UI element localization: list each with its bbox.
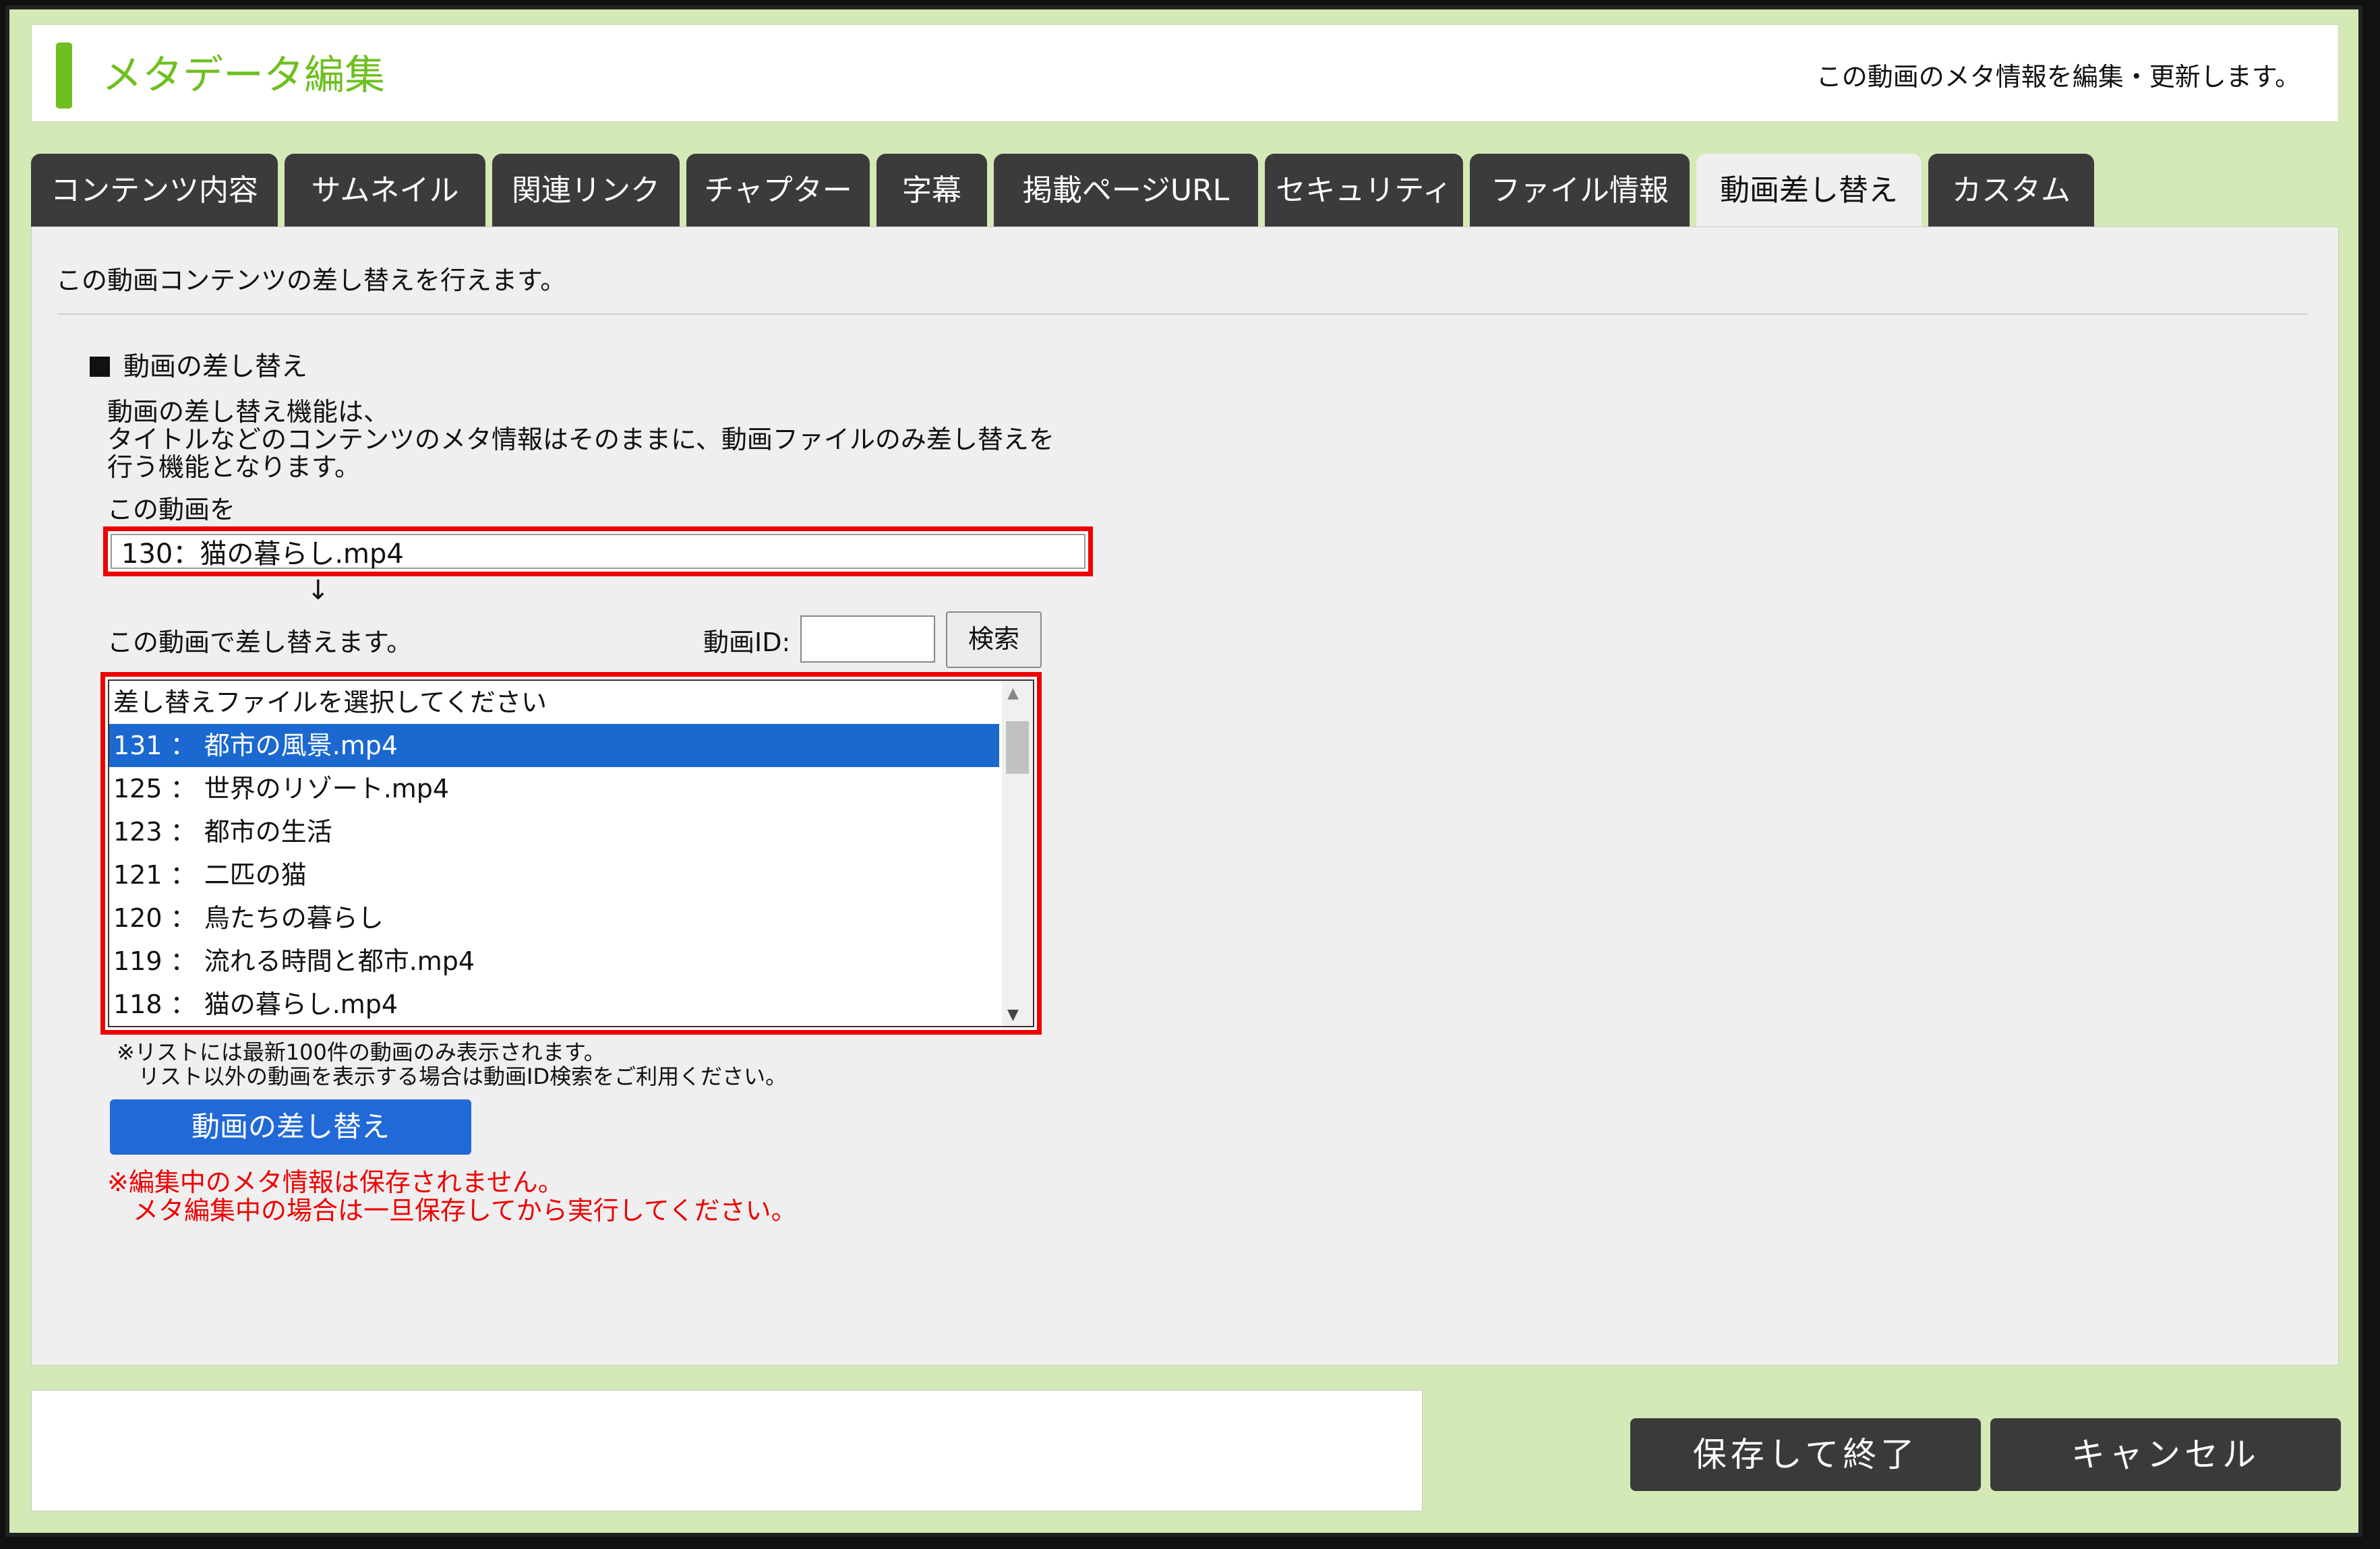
warning-line: メタ編集中の場合は一旦保存してから実行してください。 [107,1196,797,1225]
tab-related-links[interactable]: 関連リンク [492,154,680,226]
tab-page-url[interactable]: 掲載ページURL [994,154,1258,226]
scroll-thumb[interactable] [1006,721,1029,774]
panel-intro: この動画コンテンツの差し替えを行えます。 [56,266,566,295]
source-video-highlight: 130：猫の暮らし.mp4 [103,526,1093,576]
tab-contents[interactable]: コンテンツ内容 [31,154,278,226]
tab-subtitles[interactable]: 字幕 [876,154,987,226]
tab-thumbnail[interactable]: サムネイル [285,154,485,226]
unsaved-warning: ※編集中のメタ情報は保存されません。 メタ編集中の場合は一旦保存してから実行して… [107,1168,797,1225]
list-item[interactable]: 120 ： 鳥たちの暮らし [109,897,999,940]
list-scrollbar[interactable]: ▲ ▼ [1002,681,1033,1026]
note-line: リスト以外の動画を表示する場合は動画ID検索をご利用ください。 [117,1064,787,1089]
list-item-placeholder[interactable]: 差し替えファイルを選択してください [109,681,999,724]
list-item[interactable]: 123 ： 都市の生活 [109,810,999,853]
tab-chapters[interactable]: チャプター [686,154,870,226]
warning-line: ※編集中のメタ情報は保存されません。 [107,1167,564,1197]
source-video-field: 130：猫の暮らし.mp4 [111,534,1085,570]
search-button[interactable]: 検索 [946,611,1042,668]
replace-panel: この動画コンテンツの差し替えを行えます。 動画の差し替え 動画の差し替え機能は、… [31,226,2339,1366]
video-id-input[interactable] [800,615,935,663]
list-note: ※リストには最新100件の動画のみ表示されます。 リスト以外の動画を表示する場合… [117,1040,787,1089]
list-item[interactable]: 131 ： 都市の風景.mp4 [109,724,999,767]
list-item[interactable]: 119 ： 流れる時間と都市.mp4 [109,940,999,983]
description-line: 行う機能となります。 [107,452,361,482]
save-and-close-button[interactable]: 保存して終了 [1630,1418,1981,1491]
panel-divider [57,313,2308,315]
tab-video-replace[interactable]: 動画差し替え [1696,154,1922,226]
square-bullet-icon [90,357,110,377]
footer-message-area [31,1390,1423,1511]
video-id-label: 動画ID: [703,628,791,657]
scroll-down-arrow-icon[interactable]: ▼ [1007,1006,1019,1023]
section-heading: 動画の差し替え [90,346,307,384]
page-title: メタデータ編集 [102,52,385,99]
tab-custom[interactable]: カスタム [1928,154,2094,226]
replacement-list-highlight: 差し替えファイルを選択してください 131 ： 都市の風景.mp4 125 ： … [100,672,1042,1035]
down-arrow-icon: ↓ [307,575,330,606]
replace-video-button[interactable]: 動画の差し替え [110,1099,471,1155]
feature-description: 動画の差し替え機能は、 タイトルなどのコンテンツのメタ情報はそのままに、動画ファ… [107,398,1054,481]
list-item[interactable]: 121 ： 二匹の猫 [109,853,999,897]
page-header: メタデータ編集 この動画のメタ情報を編集・更新します。 [31,24,2339,122]
list-item[interactable]: 118 ： 猫の暮らし.mp4 [109,983,999,1026]
cancel-button[interactable]: キャンセル [1990,1418,2341,1491]
source-label: この動画を [107,495,236,524]
section-title: 動画の差し替え [123,352,308,382]
scroll-up-arrow-icon[interactable]: ▲ [1007,685,1019,702]
replace-label: この動画で差し替えます。 [107,628,413,657]
description-line: 動画の差し替え機能は、 [107,397,390,427]
description-line: タイトルなどのコンテンツのメタ情報はそのままに、動画ファイルのみ差し替えを [107,425,1054,454]
page-subtitle: この動画のメタ情報を編集・更新します。 [1816,62,2300,92]
replacement-file-listbox[interactable]: 差し替えファイルを選択してください 131 ： 都市の風景.mp4 125 ： … [108,679,1034,1027]
tab-security[interactable]: セキュリティ [1265,154,1463,226]
list-item[interactable]: 125 ： 世界のリゾート.mp4 [109,767,999,810]
tab-file-info[interactable]: ファイル情報 [1470,154,1690,226]
title-accent-bar [56,42,72,109]
note-line: ※リストには最新100件の動画のみ表示されます。 [117,1039,605,1065]
